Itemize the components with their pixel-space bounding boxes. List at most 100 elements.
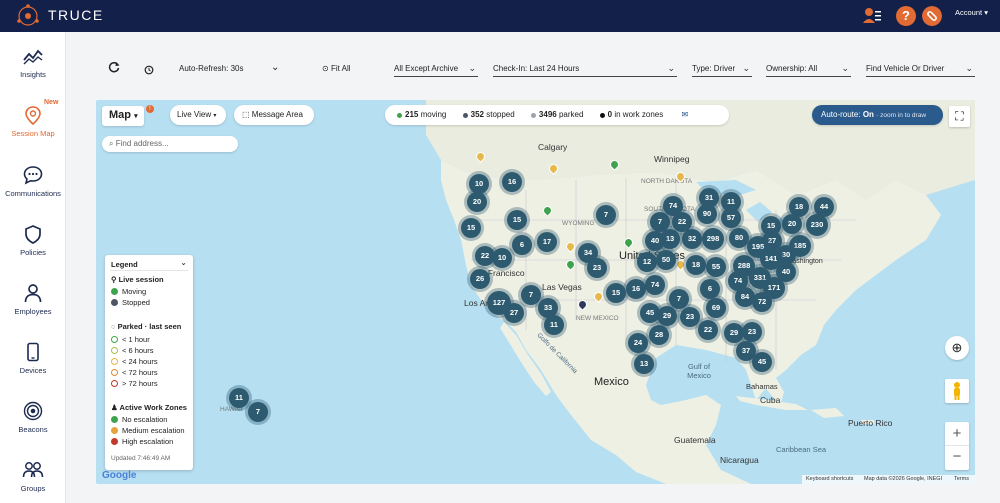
ownership-filter-dropdown[interactable]: Ownership: All ⌄: [766, 61, 851, 77]
sidebar-item-groups[interactable]: Groups: [0, 460, 66, 503]
vehicle-cluster[interactable]: 32: [682, 229, 702, 249]
vehicle-cluster[interactable]: 40: [645, 231, 665, 251]
vehicle-cluster[interactable]: 23: [742, 322, 762, 342]
sidebar-item-devices[interactable]: Devices: [0, 342, 66, 392]
fit-all-button[interactable]: ⊙ Fit All: [322, 64, 351, 73]
checkin-filter-dropdown[interactable]: Check-In: Last 24 Hours ⌄: [493, 61, 677, 77]
sidebar-item-session-map[interactable]: New Session Map: [0, 99, 66, 155]
vehicle-driver-search[interactable]: Find Vehicle Or Driver ⌄: [866, 61, 975, 77]
sidebar-item-beacons[interactable]: Beacons: [0, 401, 66, 451]
auto-route-toggle[interactable]: Auto-route: On · zoom in to draw: [812, 105, 943, 125]
archive-filter-dropdown[interactable]: All Except Archive ⌄: [394, 61, 478, 77]
account-menu[interactable]: Account ▾: [955, 8, 988, 17]
caret-down-icon: ▾: [213, 113, 217, 119]
keyboard-shortcuts-link[interactable]: Keyboard shortcuts: [806, 476, 853, 482]
top-bar: TRUCE ? Account ▾: [0, 0, 1000, 32]
vehicle-cluster[interactable]: 18: [686, 255, 706, 275]
sidebar-item-employees[interactable]: Employees: [0, 283, 66, 333]
vehicle-cluster[interactable]: 7: [669, 289, 689, 309]
vehicle-cluster[interactable]: 20: [782, 214, 802, 234]
session-map[interactable]: Map ▾ ! Live View ▾ ⬚ Message Area ⌕ Fin…: [96, 100, 975, 484]
shield-icon: [25, 225, 41, 244]
vehicle-cluster[interactable]: 16: [502, 172, 522, 192]
vehicle-cluster[interactable]: 13: [634, 354, 654, 374]
vehicle-cluster[interactable]: 69: [706, 298, 726, 318]
info-icon[interactable]: !: [146, 105, 154, 113]
help-icon[interactable]: ?: [896, 6, 916, 26]
vehicle-cluster[interactable]: 230: [806, 214, 828, 236]
vehicle-cluster[interactable]: 23: [587, 258, 607, 278]
legend-zone-none: No escalation: [111, 415, 167, 424]
vehicle-cluster[interactable]: 7: [521, 285, 541, 305]
brand-name: TRUCE: [48, 7, 104, 23]
zoom-out-button[interactable]: −: [945, 446, 969, 470]
auto-refresh-select[interactable]: Auto-Refresh: 30s: [179, 64, 243, 73]
vehicle-cluster[interactable]: 7: [248, 402, 268, 422]
vehicle-cluster[interactable]: 80: [729, 228, 749, 248]
vehicle-cluster[interactable]: 29: [724, 323, 744, 343]
vehicle-cluster[interactable]: 24: [628, 333, 648, 353]
terms-link[interactable]: Terms: [954, 476, 969, 482]
vehicle-cluster[interactable]: 29: [657, 306, 677, 326]
vehicle-cluster[interactable]: 28: [649, 325, 669, 345]
vehicle-cluster[interactable]: 11: [229, 388, 249, 408]
sidebar-item-label: Insights: [20, 70, 46, 79]
sidebar-item-insights[interactable]: Insights: [0, 46, 66, 96]
caret-down-icon: ▾: [134, 113, 138, 120]
vehicle-cluster[interactable]: 22: [698, 320, 718, 340]
stopped-dot-icon: [462, 113, 468, 118]
recenter-icon[interactable]: ⊕: [945, 336, 969, 360]
legend-updated: Updated 7:46:49 AM: [111, 455, 171, 462]
address-search-input[interactable]: ⌕ Find address...: [102, 136, 238, 152]
legend-collapse-icon[interactable]: ⌄: [180, 258, 187, 267]
mail-icon[interactable]: ✉: [682, 110, 689, 119]
legend-section-zones: ♟ Active Work Zones: [111, 403, 187, 412]
vehicle-cluster[interactable]: 23: [680, 307, 700, 327]
red-ring-icon: [111, 380, 118, 387]
vehicle-cluster[interactable]: 90: [697, 204, 717, 224]
user-list-icon[interactable]: [862, 6, 882, 26]
vehicle-cluster[interactable]: 17: [537, 232, 557, 252]
street-view-pegman-icon[interactable]: [945, 379, 969, 403]
sidebar-item-label: Groups: [20, 484, 46, 493]
type-filter-dropdown[interactable]: Type: Driver ⌄: [692, 61, 752, 77]
vehicle-cluster[interactable]: 20: [467, 192, 487, 212]
vehicle-cluster[interactable]: 11: [544, 315, 564, 335]
vehicle-cluster[interactable]: 15: [461, 218, 481, 238]
vehicle-cluster[interactable]: 7: [596, 205, 616, 225]
auto-refresh-chevron-icon[interactable]: ⌄: [271, 62, 279, 73]
moving-dot-icon: [111, 288, 118, 295]
vehicle-cluster[interactable]: 55: [706, 257, 726, 277]
vehicle-cluster[interactable]: 26: [470, 269, 490, 289]
sidebar-item-policies[interactable]: Policies: [0, 224, 66, 274]
live-view-dropdown[interactable]: Live View ▾: [170, 105, 226, 125]
vehicle-cluster[interactable]: 50: [656, 250, 676, 270]
vehicle-cluster[interactable]: 15: [507, 210, 527, 230]
message-area-button[interactable]: ⬚ Message Area: [234, 105, 314, 125]
sidebar-item-communications[interactable]: Communications: [0, 165, 66, 215]
vehicle-cluster[interactable]: 171: [763, 277, 785, 299]
vehicle-cluster[interactable]: 12: [637, 252, 657, 272]
vehicle-cluster[interactable]: 74: [728, 271, 748, 291]
vehicle-cluster[interactable]: 57: [721, 208, 741, 228]
legend-parked-24h: < 24 hours: [111, 357, 158, 366]
link-settings-icon[interactable]: [922, 6, 942, 26]
vehicle-cluster[interactable]: 6: [700, 279, 720, 299]
parked-dot-icon: [530, 113, 536, 118]
fullscreen-icon[interactable]: ⛶: [949, 106, 970, 127]
vehicle-cluster[interactable]: 298: [702, 228, 724, 250]
vehicle-cluster[interactable]: 10: [492, 248, 512, 268]
vehicle-cluster[interactable]: 10: [469, 174, 489, 194]
vehicle-cluster[interactable]: 15: [606, 283, 626, 303]
vehicle-cluster[interactable]: 74: [645, 275, 665, 295]
moving-dot-icon: [397, 113, 402, 118]
vehicle-cluster[interactable]: 16: [626, 279, 646, 299]
vehicle-cluster[interactable]: 45: [752, 352, 772, 372]
vehicle-cluster[interactable]: 27: [504, 303, 524, 323]
map-type-selector[interactable]: Map ▾: [102, 106, 144, 126]
vehicle-cluster[interactable]: 6: [512, 235, 532, 255]
refresh-icon[interactable]: [108, 61, 120, 73]
red-dot-icon: [111, 438, 118, 445]
place-label: Winnipeg: [654, 154, 690, 164]
zoom-in-button[interactable]: +: [945, 422, 969, 446]
